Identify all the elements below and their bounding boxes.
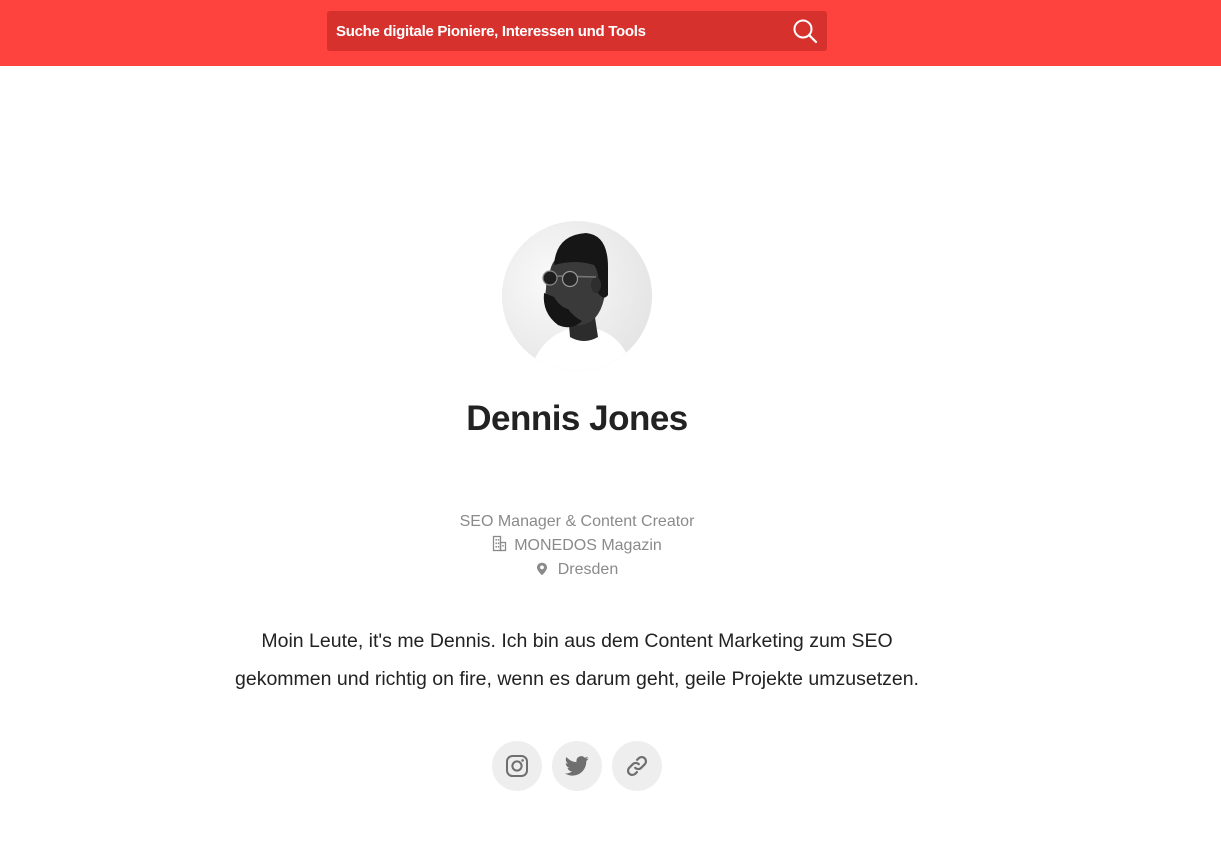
- avatar: [502, 221, 652, 371]
- profile-role: SEO Manager & Content Creator: [0, 510, 1154, 534]
- instagram-icon: [506, 755, 528, 777]
- search-input[interactable]: [327, 11, 777, 51]
- top-bar: [0, 0, 1221, 66]
- link-icon: [626, 755, 648, 777]
- twitter-icon: [565, 756, 589, 776]
- company-text: MONEDOS Magazin: [514, 537, 662, 554]
- profile-location: Dresden: [0, 558, 1154, 584]
- profile-bio: Moin Leute, it's me Dennis. Ich bin aus …: [200, 622, 954, 698]
- role-text: SEO Manager & Content Creator: [459, 513, 695, 530]
- building-icon: [492, 535, 507, 560]
- search-button[interactable]: [789, 15, 821, 47]
- instagram-link[interactable]: [492, 741, 542, 791]
- bio-line: Moin Leute, it's me Dennis. Ich bin aus …: [261, 630, 893, 652]
- bio-line: gekommen und richtig on fire, wenn es da…: [235, 668, 919, 690]
- profile-name: Dennis Jones: [466, 399, 688, 438]
- search-icon: [793, 19, 818, 44]
- profile-photo: [502, 221, 652, 371]
- location-text: Dresden: [557, 561, 619, 578]
- search-bar: [327, 11, 827, 51]
- location-pin-icon: [536, 560, 548, 584]
- website-link[interactable]: [612, 741, 662, 791]
- twitter-link[interactable]: [552, 741, 602, 791]
- profile-company: MONEDOS Magazin: [0, 534, 1154, 560]
